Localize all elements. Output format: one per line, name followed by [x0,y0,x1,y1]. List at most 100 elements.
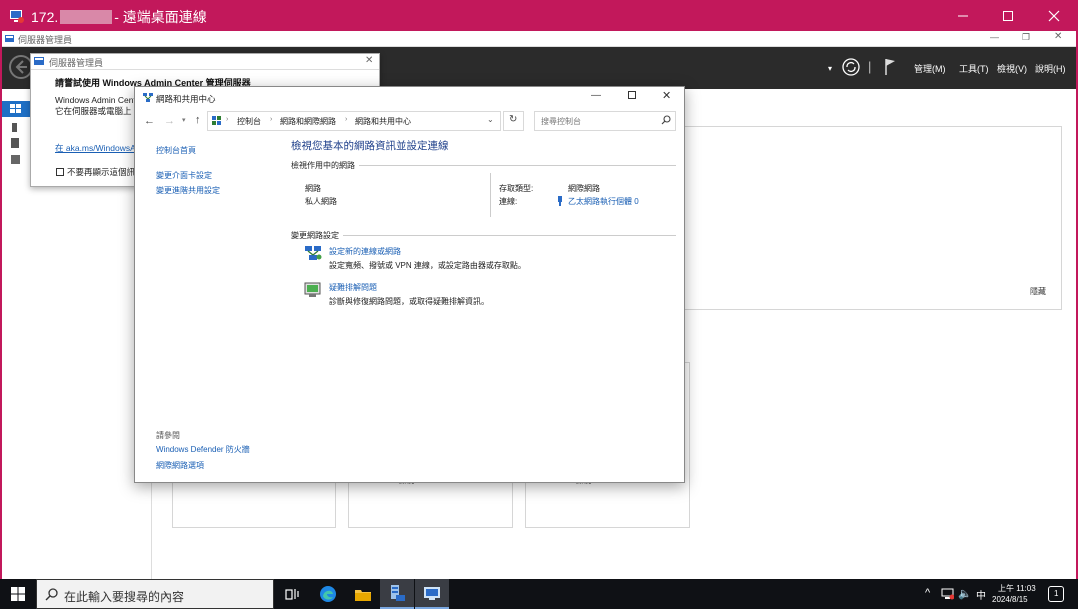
breadcrumb-item[interactable]: 網路和共用中心 [355,116,411,127]
forward-arrow-icon[interactable]: → [164,115,175,127]
access-type-label: 存取類型: [499,184,534,193]
notification-center-button[interactable]: 1 [1048,586,1064,602]
welcome-panel: 隱藏 [680,126,1062,310]
maximize-button[interactable] [985,0,1031,31]
dont-show-checkbox[interactable] [56,168,64,176]
ethernet-icon [556,196,564,206]
menu-manage[interactable]: 管理(M) [914,62,946,75]
close-button[interactable] [1031,0,1077,31]
search-icon [45,588,58,601]
nsc-window-title: 網路和共用中心 [156,94,216,104]
sidebar-internet-options-link[interactable]: 網際網路選項 [156,460,204,471]
breadcrumb-separator: › [270,116,273,123]
windows-logo-icon [11,587,25,601]
taskbar-server-manager[interactable] [380,579,414,609]
up-arrow-icon[interactable]: ↑ [195,114,201,126]
server-manager-icon [5,34,15,44]
page-title: 檢視您基本的網路資訊並設定連線 [291,140,449,152]
nav-all-servers-icon[interactable] [11,138,19,148]
popup-close-icon[interactable]: ✕ [365,55,373,66]
sidebar-change-adapter-settings[interactable]: 變更介面卡設定 [156,170,212,181]
sidebar-firewall-link[interactable]: Windows Defender 防火牆 [156,444,250,455]
search-input[interactable]: 搜尋控制台 [541,116,581,127]
dont-show-label: 不要再顯示這個訊 [67,167,136,177]
search-box[interactable]: 搜尋控制台 [534,111,676,131]
sidebar-change-advanced-sharing[interactable]: 變更進階共用設定 [156,185,220,196]
breadcrumb-item[interactable]: 網路和網際網路 [280,116,336,127]
menu-help[interactable]: 說明(H) [1035,62,1066,75]
nsc-minimize-icon[interactable]: — [591,90,601,101]
change-settings-header: 變更網路設定 [291,231,339,240]
connections-label: 連線: [499,197,518,206]
ime-indicator[interactable]: 中 [976,587,986,602]
clock-time[interactable]: 上午 11:03 [998,583,1036,594]
sm-restore-icon[interactable]: ❐ [1022,32,1030,43]
notification-flag-icon[interactable] [884,58,896,76]
address-dropdown-icon[interactable]: ⌄ [487,115,494,124]
refresh-button[interactable]: ↻ [503,111,524,131]
volume-icon[interactable]: 🔈 [958,587,972,600]
maximize-icon [1003,10,1013,21]
nav-local-server-icon[interactable] [12,123,17,132]
server-manager-title: 伺服器管理員 [18,35,73,45]
task-view-button[interactable] [275,579,309,609]
dashboard-icon [10,104,21,113]
rdp-title-prefix: 172. [31,9,59,25]
nsc-maximize-icon[interactable] [628,91,637,100]
access-type-value: 網際網路 [568,184,600,193]
history-chevron-icon[interactable]: ▾ [182,116,186,124]
notification-count: 1 [1054,589,1059,598]
rdp-title-suffix: - 遠端桌面連線 [114,9,207,25]
folder-icon [355,589,371,601]
new-connection-icon [304,245,322,261]
network-tray-icon[interactable] [941,588,954,600]
minimize-button[interactable] [940,0,986,31]
hide-link[interactable]: 隱藏 [1030,286,1046,297]
nsc-close-icon[interactable]: ✕ [662,89,671,102]
server-manager-icon [391,585,405,601]
taskbar-search-box[interactable]: 在此輸入要搜尋的內容 [36,579,274,609]
clock-date[interactable]: 2024/8/15 [992,595,1028,604]
taskbar-edge[interactable] [311,579,345,609]
close-icon [1048,10,1060,21]
breadcrumb-item[interactable]: 控制台 [237,116,261,127]
menu-tools[interactable]: 工具(T) [959,62,989,75]
tray-overflow-icon[interactable]: ^ [925,587,930,599]
network-center-icon [142,92,154,104]
breadcrumb-separator: › [345,116,348,123]
start-button[interactable] [11,587,25,601]
back-arrow-icon[interactable]: ← [144,115,155,127]
sm-close-icon[interactable]: ✕ [1054,31,1062,42]
rdp-titlebar[interactable]: 172. - 遠端桌面連線 [0,0,1078,31]
rdp-app-icon [9,8,25,24]
dropdown-chevron-icon[interactable]: ▾ [828,64,832,73]
nav-dashboard-selected[interactable] [2,101,30,117]
setup-connection-link[interactable]: 設定新的連線或網路 [329,246,401,257]
separator: | [868,59,872,74]
task-view-icon [285,589,299,600]
active-networks-header: 檢視作用中的網路 [291,161,355,170]
nav-file-services-icon[interactable] [11,155,20,164]
sm-minimize-icon[interactable]: — [990,32,999,42]
network-name: 網路 [305,184,321,193]
divider [359,165,676,166]
server-manager-titlebar[interactable]: 伺服器管理員 — ❐ ✕ [2,31,1076,47]
redacted-ip [60,10,113,24]
connection-link[interactable]: 乙太網路執行個體 0 [568,196,639,207]
sidebar-control-panel-home[interactable]: 控制台首頁 [156,145,196,156]
troubleshoot-link[interactable]: 疑難排解問題 [329,282,377,293]
refresh-icon: ↻ [509,114,518,125]
menu-view[interactable]: 檢視(V) [997,62,1027,75]
divider [343,235,676,236]
sidebar-see-also: 請參閱 [156,431,180,440]
network-sharing-center-window[interactable]: 網路和共用中心 — ✕ ← → ▾ ↑ › 控制台 › 網路和網際網路 › 網路… [134,86,685,483]
divider [490,173,491,217]
address-bar[interactable]: › 控制台 › 網路和網際網路 › 網路和共用中心 ⌄ [207,111,501,131]
taskbar-search-input[interactable]: 在此輸入要搜尋的內容 [64,588,184,605]
taskbar-remote-desktop[interactable] [415,579,449,609]
refresh-icon[interactable] [842,58,860,76]
taskbar-file-explorer[interactable] [346,579,380,609]
troubleshoot-desc: 診斷與修復網路問題，或取得疑難排解資訊。 [329,297,489,306]
popup-body-line1: Windows Admin Center [55,95,144,105]
edge-icon [320,586,336,602]
